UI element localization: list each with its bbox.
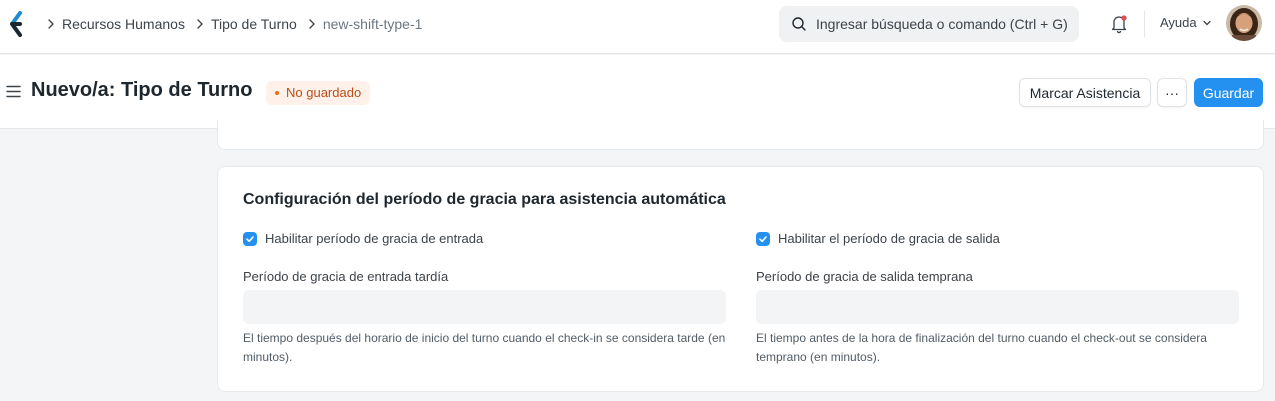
checkmark-icon xyxy=(759,235,767,242)
mark-attendance-button[interactable]: Marcar Asistencia xyxy=(1019,78,1151,107)
search-input[interactable] xyxy=(816,16,1076,32)
chevron-down-icon xyxy=(1202,20,1211,25)
navbar-divider xyxy=(1144,11,1145,37)
enable-exit-grace-checkbox[interactable]: Habilitar el período de gracia de salida xyxy=(756,231,1000,246)
late-entry-grace-input[interactable] xyxy=(243,290,726,324)
early-exit-grace-description: El tiempo antes de la hora de finalizaci… xyxy=(756,331,1207,364)
chevron-right-icon xyxy=(309,19,315,29)
section-title: Configuración del período de gracia para… xyxy=(243,191,726,208)
breadcrumb: Recursos Humanos Tipo de Turno new-shift… xyxy=(40,14,422,34)
navbar: Recursos Humanos Tipo de Turno new-shift… xyxy=(0,0,1275,54)
app-logo-icon[interactable] xyxy=(9,11,25,37)
checkmark-icon xyxy=(246,235,254,242)
page-header: Nuevo/a: Tipo de Turno No guardado Marca… xyxy=(0,55,1275,129)
checkbox-label: Habilitar el período de gracia de salida xyxy=(778,231,1000,246)
search-bar[interactable] xyxy=(779,6,1079,42)
checkbox-checked[interactable] xyxy=(756,231,770,246)
notification-bell-icon[interactable] xyxy=(1109,13,1129,35)
previous-section-card xyxy=(217,120,1264,150)
late-entry-grace-label: Período de gracia de entrada tardía xyxy=(243,269,449,284)
more-actions-button[interactable]: ··· xyxy=(1157,78,1187,107)
breadcrumb-item-module[interactable]: Recursos Humanos xyxy=(62,16,185,32)
chevron-right-icon xyxy=(48,19,54,29)
breadcrumb-item-current[interactable]: new-shift-type-1 xyxy=(323,16,423,32)
enable-entry-grace-checkbox[interactable]: Habilitar período de gracia de entrada xyxy=(243,231,483,246)
early-exit-grace-input[interactable] xyxy=(756,290,1239,324)
save-button[interactable]: Guardar xyxy=(1194,78,1263,107)
late-entry-grace-description: El tiempo después del horario de inicio … xyxy=(243,331,726,364)
sidebar-toggle-icon[interactable] xyxy=(6,85,21,98)
breadcrumb-item-doctype[interactable]: Tipo de Turno xyxy=(211,16,297,32)
notification-dot xyxy=(1121,15,1127,21)
help-label: Ayuda xyxy=(1160,15,1197,30)
grace-period-section: Configuración del período de gracia para… xyxy=(217,166,1264,392)
early-exit-grace-label: Período de gracia de salida temprana xyxy=(756,269,973,284)
user-avatar[interactable] xyxy=(1226,5,1262,41)
search-icon xyxy=(792,17,806,31)
help-dropdown[interactable]: Ayuda xyxy=(1160,15,1212,30)
checkbox-checked[interactable] xyxy=(243,231,257,246)
status-badge: No guardado xyxy=(266,81,371,105)
chevron-right-icon xyxy=(197,19,203,29)
checkbox-label: Habilitar período de gracia de entrada xyxy=(265,231,484,246)
page-title: Nuevo/a: Tipo de Turno xyxy=(31,79,253,101)
